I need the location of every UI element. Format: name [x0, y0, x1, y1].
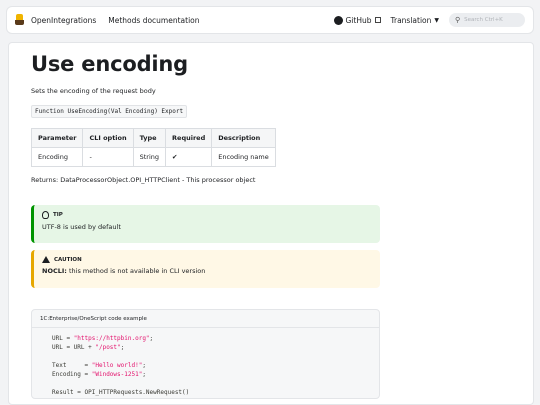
table-cell: ✔ [165, 147, 213, 167]
table-cell: Encoding [30, 147, 84, 167]
table-header: Required [165, 128, 213, 148]
methods-link[interactable]: Methods documentation [108, 16, 199, 25]
caution-admonition: CAUTION NOCLI: this method is not availa… [31, 250, 380, 288]
table-row: Encoding - String ✔ Encoding name [30, 147, 276, 167]
navbar: OpenIntegrations Methods documentation G… [6, 6, 534, 34]
table-header-row: Parameter CLI option Type Required Descr… [30, 128, 276, 148]
function-signature: Function UseEncoding(Val Encoding) Expor… [31, 105, 188, 118]
tip-text: UTF-8 is used by default [42, 223, 121, 231]
caution-label: NOCLI: [42, 267, 67, 275]
page-description: Sets the encoding of the request body [31, 87, 156, 95]
table-header: Type [132, 128, 167, 148]
translation-label: Translation [390, 15, 432, 25]
github-label: GitHub [345, 15, 372, 25]
code-string: "Windows-1251" [91, 371, 143, 378]
code-text: ; [149, 335, 154, 342]
external-link-icon [374, 17, 381, 23]
search-input[interactable]: ⚲ Search Ctrl+K [449, 13, 525, 27]
logo-icon[interactable] [15, 14, 25, 26]
code-text: Result = OPI_HTTPRequests.NewRequest() [52, 389, 190, 396]
table-header: CLI option [82, 128, 134, 148]
main-content: Use encoding Sets the encoding of the re… [8, 42, 534, 405]
table-header: Description [211, 128, 276, 148]
caution-body: NOCLI: this method is not available in C… [42, 267, 372, 275]
code-string: "https://httpbin.org" [73, 335, 150, 342]
code-line: URL = URL + "/post"; [52, 343, 359, 352]
caret-down-icon: ▼ [434, 16, 439, 24]
code-string: "Hello world!" [91, 362, 143, 369]
lightbulb-icon [42, 211, 49, 219]
code-line: Result = OPI_HTTPRequests.NewRequest() [52, 388, 359, 397]
warning-icon [42, 256, 50, 263]
tip-admonition: TIP UTF-8 is used by default [31, 205, 380, 243]
parameters-table: Parameter CLI option Type Required Descr… [30, 128, 276, 167]
code-text: Encoding = [52, 371, 92, 378]
caution-heading: CAUTION [42, 256, 372, 263]
code-line: URL = "https://httpbin.org"; [52, 334, 359, 343]
tip-heading: TIP [42, 211, 372, 219]
tip-title: TIP [53, 212, 63, 218]
caution-title: CAUTION [54, 256, 82, 263]
github-link[interactable]: GitHub [333, 15, 381, 25]
code-text: URL = URL + [52, 344, 96, 351]
code-block[interactable]: URL = "https://httpbin.org"; URL = URL + … [32, 328, 379, 398]
table-cell: Encoding name [211, 147, 276, 167]
table-cell: String [132, 147, 167, 167]
search-icon: ⚲ [455, 16, 461, 24]
caution-text: this method is not available in CLI vers… [68, 267, 206, 275]
code-text: ; [142, 362, 146, 369]
code-title: 1C:Enterprise/OneScript code example [32, 310, 379, 328]
code-text: ; [142, 371, 146, 378]
page-title: Use encoding [31, 52, 188, 76]
code-text: ; [120, 344, 125, 351]
table-header: Parameter [30, 128, 84, 148]
brand-link[interactable]: OpenIntegrations [31, 16, 96, 25]
code-text: Text = [52, 362, 92, 369]
table-cell: - [82, 147, 134, 167]
search-placeholder: Search Ctrl+K [464, 17, 503, 23]
code-line: Text = "Hello world!"; [52, 361, 359, 370]
returns-text: Returns: DataProcessorObject.OPI_HTTPCli… [31, 176, 256, 184]
translation-dropdown[interactable]: Translation ▼ [391, 16, 440, 25]
code-example: 1C:Enterprise/OneScript code example URL… [31, 309, 380, 399]
github-icon [333, 15, 343, 25]
code-string: "/post" [95, 344, 121, 351]
code-line: Encoding = "Windows-1251"; [52, 370, 359, 379]
code-text: URL = [52, 335, 74, 342]
